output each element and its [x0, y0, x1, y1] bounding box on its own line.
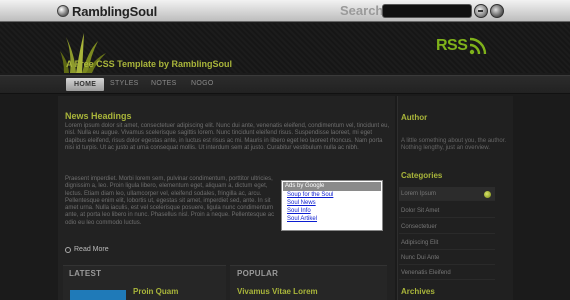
archives-heading: Archives: [401, 287, 435, 296]
rss-link[interactable]: RSS: [436, 37, 487, 55]
logo-orb-icon: [57, 5, 69, 17]
main-nav: HOME STYLES NOTES NOGO: [0, 75, 570, 94]
latest-post-title[interactable]: Proin Quam: [133, 287, 178, 296]
category-item[interactable]: Consectetuer: [399, 220, 495, 234]
search-input[interactable]: [382, 4, 472, 18]
popular-title: POPULAR: [237, 269, 279, 278]
rss-label: RSS: [436, 37, 468, 54]
nav-item-notes[interactable]: NOTES: [151, 80, 177, 87]
category-item[interactable]: Adipiscing Elit: [399, 236, 495, 250]
popular-post-title[interactable]: Vivamus Vitae Lorem: [237, 287, 318, 296]
categories-heading: Categories: [401, 171, 443, 180]
latest-title: LATEST: [69, 269, 102, 278]
news-heading: News Headings: [65, 111, 132, 121]
ad-link[interactable]: Soup for the Soul: [287, 191, 381, 199]
ad-link[interactable]: Soul News: [287, 199, 381, 207]
news-paragraph-1: Lorem ipsum dolor sit amet, consectetuer…: [65, 123, 390, 151]
news-paragraph-2: Praesent imperdiet. Morbi lorem sem, pul…: [65, 176, 275, 226]
left-gutter: [0, 96, 58, 300]
category-item[interactable]: Dolor Sit Amet: [399, 204, 495, 218]
category-item[interactable]: Lorem Ipsum: [399, 187, 495, 201]
ads-heading[interactable]: Ads by Google: [283, 182, 381, 191]
active-bullet-icon: [484, 191, 491, 198]
site-tagline: A Free CSS Template by RamblingSoul: [66, 59, 233, 69]
latest-post-thumbnail[interactable]: [70, 290, 126, 300]
brand-name: RamblingSoul: [72, 3, 157, 19]
bullet-circle-icon: [65, 246, 71, 253]
ad-link[interactable]: Soul Info: [287, 207, 381, 215]
author-text: A little something about you, the author…: [401, 138, 507, 151]
read-more-label: Read More: [74, 246, 109, 253]
ad-link[interactable]: Soul Artikel: [287, 215, 381, 223]
search-options-icon[interactable]: [490, 4, 504, 18]
nav-item-styles[interactable]: STYLES: [110, 80, 139, 87]
rss-feed-icon: [470, 37, 487, 55]
category-item[interactable]: Venenatis Eleifend: [399, 266, 495, 280]
category-item[interactable]: Nunc Dui Ante: [399, 251, 495, 265]
search-label: Search: [340, 3, 384, 18]
nav-item-home[interactable]: HOME: [66, 78, 105, 91]
google-ads-box: Ads by Google Soup for the Soul Soul New…: [281, 180, 383, 231]
site-logo[interactable]: RamblingSoul: [57, 2, 157, 20]
nav-item-nogo[interactable]: NOGO: [191, 80, 214, 87]
top-bar: RamblingSoul Search: [0, 0, 570, 22]
right-gutter: [513, 96, 570, 300]
read-more-link[interactable]: Read More: [65, 246, 109, 253]
author-heading: Author: [401, 113, 428, 122]
search-go-icon[interactable]: [474, 4, 488, 18]
